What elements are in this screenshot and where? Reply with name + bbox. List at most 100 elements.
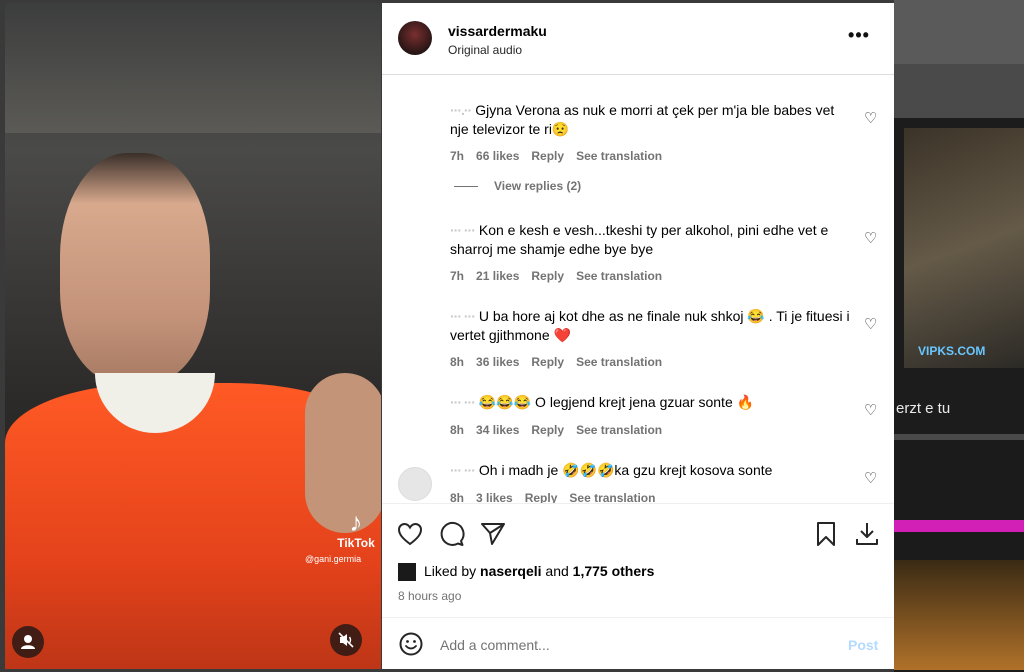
background-feed: VIPKS.COM erzt e tu: [894, 0, 1024, 672]
comment-body: ··· ··· U ba hore aj kot dhe as ne finale…: [450, 307, 854, 345]
comment-avatar[interactable]: [398, 107, 430, 139]
comment-time: 7h: [450, 149, 465, 163]
see-translation-button[interactable]: See translation: [576, 269, 662, 283]
post-header: vissardermaku Original audio •••: [382, 3, 894, 75]
background-strip: [894, 0, 1024, 64]
comment-likes[interactable]: 3 likes: [476, 491, 513, 503]
tagged-users-button[interactable]: [12, 626, 44, 658]
comment-time: 7h: [450, 269, 465, 283]
comment-time: 8h: [450, 491, 465, 503]
tiktok-watermark: ♪ TikTok: [331, 508, 381, 550]
see-translation-button[interactable]: See translation: [569, 491, 655, 503]
comment-likes[interactable]: 36 likes: [476, 355, 519, 369]
background-caption: erzt e tu: [896, 400, 951, 417]
comment-username[interactable]: ··· ···: [450, 222, 476, 238]
comment-likes[interactable]: 34 likes: [476, 423, 519, 437]
see-translation-button[interactable]: See translation: [576, 355, 662, 369]
comment-username[interactable]: ··· ···: [450, 308, 476, 324]
tiktok-username: @gani.germia: [305, 554, 362, 564]
background-scene: [904, 128, 1024, 368]
mute-button[interactable]: [330, 624, 362, 656]
audio-link[interactable]: Original audio: [448, 43, 522, 57]
comment-body: ··· ··· Oh i madh je 🤣🤣🤣ka gzu krejt koso…: [450, 461, 854, 480]
comment-avatar[interactable]: [398, 227, 430, 259]
comment-meta: 7h 66 likes Reply See translation: [450, 149, 674, 163]
reply-button[interactable]: Reply: [531, 269, 564, 283]
reply-button[interactable]: Reply: [531, 423, 564, 437]
comment-username[interactable]: ··· ···: [450, 394, 476, 410]
background-sign: [894, 560, 1024, 670]
share-button[interactable]: [479, 520, 507, 548]
comment-body: ··· ··· 😂😂😂 O legjend krejt jena gzuar so…: [450, 393, 854, 412]
car-window: [5, 3, 381, 133]
comment-meta: 8h 34 likes Reply See translation: [450, 423, 674, 437]
reply-button[interactable]: Reply: [525, 491, 558, 503]
add-comment-bar: Post: [382, 617, 894, 670]
see-translation-button[interactable]: See translation: [576, 423, 662, 437]
like-comment-heart-icon[interactable]: ♡: [864, 471, 880, 487]
comment-body: ···.·· Gjyna Verona as nuk e morri at çek…: [450, 101, 854, 139]
tiktok-brand: TikTok: [337, 536, 375, 550]
more-options-button[interactable]: •••: [844, 25, 874, 49]
post-panel: vissardermaku Original audio ••• ···.·· G…: [382, 3, 894, 669]
reply-button[interactable]: Reply: [531, 355, 564, 369]
comment-likes[interactable]: 21 likes: [476, 269, 519, 283]
reply-button[interactable]: Reply: [531, 149, 564, 163]
speaker-muted-icon: [338, 632, 354, 648]
comment-text: Oh i madh je 🤣🤣🤣ka gzu krejt kosova sont…: [478, 462, 773, 478]
comment-avatar[interactable]: [398, 467, 432, 501]
liker-avatar[interactable]: [398, 563, 416, 582]
tiktok-icon: ♪: [349, 507, 363, 537]
comment-button[interactable]: [438, 520, 466, 548]
author-avatar[interactable]: [398, 21, 432, 55]
user-icon: [21, 635, 35, 649]
comment-meta: 8h 36 likes Reply See translation: [450, 355, 674, 369]
likes-and: and: [545, 563, 569, 579]
comments-list[interactable]: ···.·· Gjyna Verona as nuk e morri at çek…: [382, 83, 894, 503]
heart-icon: [397, 522, 423, 546]
likes-summary: Liked by naserqeli and 1,775 others: [398, 563, 654, 583]
liker-username[interactable]: naserqeli: [480, 563, 541, 579]
likes-others[interactable]: 1,775 others: [573, 563, 655, 579]
comment-time: 8h: [450, 423, 465, 437]
comment-meta: 8h 3 likes Reply See translation: [450, 491, 667, 503]
reel-video[interactable]: ♪ TikTok @gani.germia: [5, 3, 381, 669]
comment-time: 8h: [450, 355, 465, 369]
background-logo: VIPKS.COM: [918, 344, 986, 358]
comment-icon: [440, 521, 465, 546]
download-icon: [856, 523, 878, 545]
comment-text: Gjyna Verona as nuk e morri at çek per m…: [450, 102, 835, 137]
emoji-icon: [399, 632, 423, 656]
background-video-tile-2: [894, 440, 1024, 672]
download-button[interactable]: [853, 520, 881, 548]
view-replies-button[interactable]: View replies (2): [454, 179, 581, 193]
author-username[interactable]: vissardermaku: [448, 23, 547, 39]
like-comment-heart-icon[interactable]: ♡: [864, 231, 880, 247]
see-translation-button[interactable]: See translation: [576, 149, 662, 163]
comment-text: U ba hore aj kot dhe as ne finale nuk sh…: [450, 308, 850, 343]
like-button[interactable]: [396, 520, 424, 548]
comment-text: 😂😂😂 O legjend krejt jena gzuar sonte 🔥: [478, 394, 755, 410]
comment-meta: 7h 21 likes Reply See translation: [450, 269, 674, 283]
bookmark-icon: [817, 522, 835, 546]
post-actions: [382, 503, 894, 564]
emoji-button[interactable]: [398, 631, 424, 657]
post-comment-button[interactable]: Post: [848, 637, 878, 653]
like-comment-heart-icon[interactable]: ♡: [864, 111, 880, 127]
background-neon: [894, 520, 1024, 532]
like-comment-heart-icon[interactable]: ♡: [864, 403, 880, 419]
save-button[interactable]: [812, 520, 840, 548]
like-comment-heart-icon[interactable]: ♡: [864, 317, 880, 333]
comment-username[interactable]: ···.··: [450, 102, 472, 118]
post-timestamp[interactable]: 8 hours ago: [398, 589, 461, 603]
background-video-tile: VIPKS.COM erzt e tu: [894, 118, 1024, 434]
person-head: [60, 153, 210, 383]
comment-likes[interactable]: 66 likes: [476, 149, 519, 163]
add-comment-input[interactable]: [438, 632, 822, 658]
comment-username[interactable]: ··· ···: [450, 462, 476, 478]
comment-avatar[interactable]: [398, 399, 430, 431]
send-icon: [481, 523, 505, 545]
comment-avatar[interactable]: [398, 313, 430, 345]
comment-body: ··· ··· Kon e kesh e vesh...tkeshi ty per…: [450, 221, 854, 259]
replies-line: [454, 186, 478, 188]
